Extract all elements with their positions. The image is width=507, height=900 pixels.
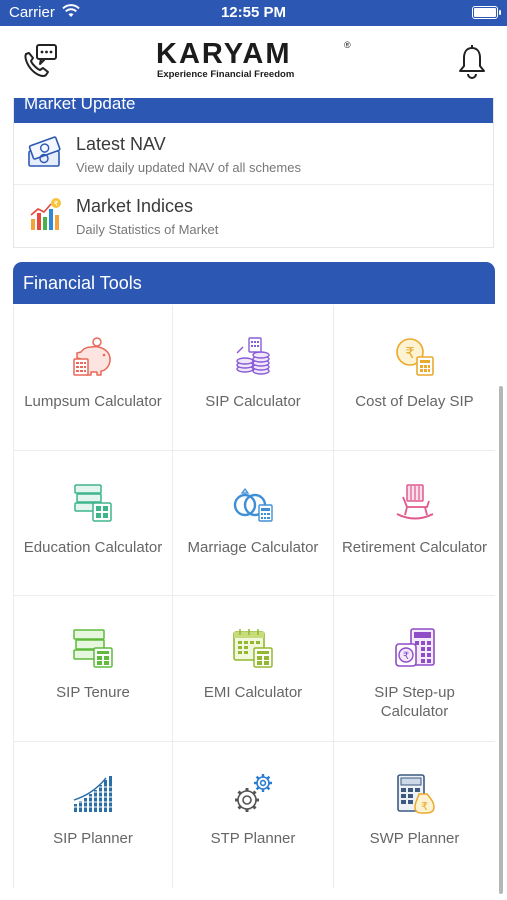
rings-calculator-icon <box>233 488 273 522</box>
book-calculator-icon <box>73 629 113 668</box>
market-update-card: Market Update Latest NAV View daily upda… <box>13 98 494 248</box>
gears-icon <box>235 774 272 812</box>
battery-icon <box>472 6 501 19</box>
tool-education-calculator[interactable]: Education Calculator <box>13 451 173 596</box>
brand-logo: KARYAM ® Experience Financial Freedom <box>156 38 352 86</box>
scrollbar[interactable] <box>499 386 503 894</box>
market-update-header: Market Update <box>14 98 493 123</box>
tool-label: SIP Tenure <box>56 684 130 701</box>
calendar-calculator-icon <box>233 629 273 668</box>
tool-label: SIP Step-up Calculator <box>374 684 455 720</box>
tool-label: Retirement Calculator <box>341 539 488 556</box>
market-indices-subtitle: Daily Statistics of Market <box>76 222 219 237</box>
latest-nav-item[interactable]: Latest NAV View daily updated NAV of all… <box>14 123 493 185</box>
tool-lumpsum-calculator[interactable]: Lumpsum Calculator <box>13 305 173 451</box>
books-calculator-icon <box>74 484 112 522</box>
app-header: KARYAM ® Experience Financial Freedom <box>0 26 507 98</box>
tool-label: STP Planner <box>210 830 296 847</box>
tool-sip-calculator[interactable]: SIP Calculator <box>173 305 334 451</box>
tool-marriage-calculator[interactable]: Marriage Calculator <box>173 451 334 596</box>
growth-bars-icon <box>73 776 113 812</box>
svg-text:₹: ₹ <box>405 344 415 362</box>
tool-swp-planner[interactable]: ₹ SWP Planner <box>334 742 495 888</box>
tool-sip-planner[interactable]: SIP Planner <box>13 742 173 888</box>
cash-icon <box>28 136 61 167</box>
calculator-rupee-icon: ₹ <box>396 774 435 814</box>
wallet-calculator-icon: ₹ <box>394 628 435 667</box>
status-bar: Carrier 12:55 PM <box>0 0 507 26</box>
tool-label: SWP Planner <box>369 830 460 847</box>
svg-text:₹: ₹ <box>421 800 428 813</box>
market-indices-item[interactable]: ₹ Market Indices Daily Statistics of Mar… <box>14 185 493 247</box>
bell-icon[interactable] <box>455 42 489 82</box>
coins-stack-icon <box>236 337 270 375</box>
rupee-coin-calculator-icon: ₹ <box>395 338 434 376</box>
logo-tagline: Experience Financial Freedom <box>157 69 295 80</box>
tool-label: Cost of Delay SIP <box>355 393 474 410</box>
tool-stp-planner[interactable]: STP Planner <box>173 742 334 888</box>
latest-nav-title: Latest NAV <box>76 134 166 154</box>
tool-label: Lumpsum Calculator <box>24 393 162 410</box>
tool-emi-calculator[interactable]: EMI Calculator <box>173 596 334 742</box>
svg-text:₹: ₹ <box>402 651 408 662</box>
tool-cost-of-delay-sip[interactable]: ₹ Cost of Delay SIP <box>334 305 495 451</box>
clock: 12:55 PM <box>220 4 287 21</box>
tool-label: Education Calculator <box>23 539 163 556</box>
tool-label: SIP Planner <box>53 830 133 847</box>
rocking-chair-icon <box>396 484 433 520</box>
latest-nav-subtitle: View daily updated NAV of all schemes <box>76 160 301 175</box>
svg-text:₹: ₹ <box>54 200 59 208</box>
financial-tools-grid: Lumpsum Calculator SIP Calculator ₹ Cost… <box>13 305 495 888</box>
tool-label: Marriage Calculator <box>187 539 319 556</box>
piggy-bank-icon <box>73 337 111 376</box>
market-indices-title: Market Indices <box>76 196 194 216</box>
tool-label: SIP Calculator <box>205 393 301 410</box>
bar-chart-icon: ₹ <box>30 198 61 230</box>
logo-text: KARYAM <box>156 38 292 70</box>
logo-registered-mark: ® <box>344 40 351 50</box>
tool-sip-step-up-calculator[interactable]: ₹ SIP Step-up Calculator <box>334 596 495 742</box>
financial-tools-header: Financial Tools <box>13 262 495 304</box>
phone-chat-icon[interactable] <box>18 40 60 82</box>
tool-label: EMI Calculator <box>203 684 303 701</box>
tool-retirement-calculator[interactable]: Retirement Calculator <box>334 451 495 596</box>
tool-sip-tenure[interactable]: SIP Tenure <box>13 596 173 742</box>
